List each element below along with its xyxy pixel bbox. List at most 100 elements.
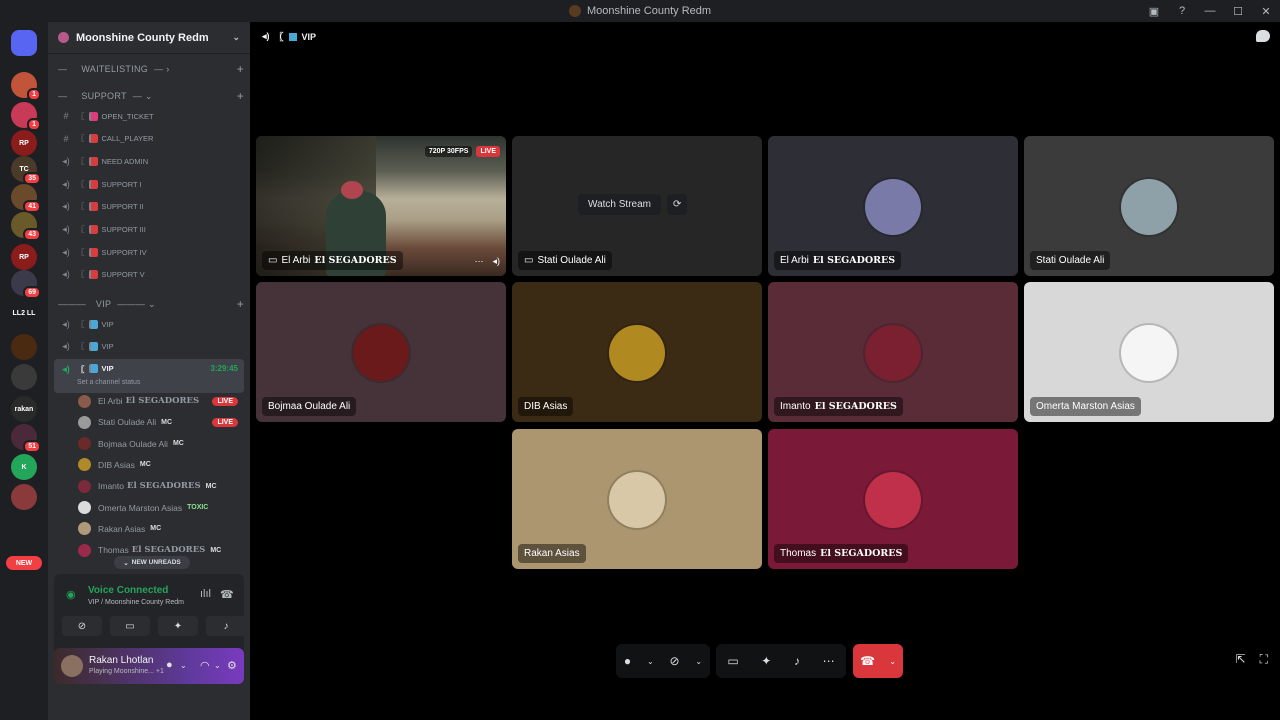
voice-user[interactable]: DIB Asias MC bbox=[78, 455, 244, 475]
participant-tile[interactable]: El Arbi El SEGADORES bbox=[768, 136, 1018, 276]
activities-button[interactable]: ✦ bbox=[761, 654, 771, 668]
channel-vip[interactable]: ◂) 〖 VIP bbox=[54, 336, 244, 356]
participant-tile[interactable]: DIB Asias bbox=[512, 282, 762, 422]
settings-gear-icon[interactable]: ⚙ bbox=[227, 659, 237, 672]
voice-user[interactable]: Omerta Marston Asias TOXIC bbox=[78, 498, 244, 518]
screen-share-button[interactable]: ▭ bbox=[110, 616, 150, 636]
volume-icon[interactable]: ◂) bbox=[492, 256, 500, 267]
disconnect-icon[interactable]: ☎ bbox=[220, 588, 234, 601]
channel-vip-active[interactable]: ◂) 〖 VIP 3:29:45 Set a channel status bbox=[54, 359, 244, 393]
guild-header[interactable]: Moonshine County Redm ⌄ bbox=[48, 22, 250, 54]
noise-suppression-icon[interactable]: ılıl bbox=[200, 588, 211, 600]
channel-item[interactable]: ◂) 〖 NEED ADMIN bbox=[54, 151, 244, 171]
fullscreen-icon[interactable]: ⛶ bbox=[1260, 652, 1268, 667]
new-badge[interactable]: NEW bbox=[6, 556, 42, 570]
user-name[interactable]: Rakan Lhotlan bbox=[89, 655, 154, 666]
avatar bbox=[78, 543, 91, 557]
voice-user[interactable]: Stati Oulade Ali MC LIVE bbox=[78, 412, 244, 432]
voice-user[interactable]: Imanto El SEGADORES MC bbox=[78, 476, 244, 496]
hang-up-icon: ☎ bbox=[860, 654, 876, 668]
inbox-icon[interactable]: ▣ bbox=[1140, 5, 1168, 18]
server-icon[interactable]: RP bbox=[11, 130, 37, 156]
watch-stream-button[interactable]: Watch Stream bbox=[578, 194, 661, 215]
server-icon[interactable]: 69 bbox=[11, 270, 41, 299]
channel-item[interactable]: ◂) 〖 SUPPORT III bbox=[54, 220, 244, 240]
signal-icon[interactable]: ◉ bbox=[66, 588, 76, 601]
more-options-icon[interactable]: ⋯ bbox=[474, 256, 483, 267]
microphone-button[interactable]: ● bbox=[624, 654, 631, 668]
add-channel-icon[interactable]: + bbox=[237, 297, 244, 311]
voice-user[interactable]: Bojmaa Oulade Ali MC bbox=[78, 434, 244, 454]
channel-item[interactable]: ◂) 〖 SUPPORT IV bbox=[54, 242, 244, 262]
channel-item[interactable]: # 〖 CALL_PLAYER bbox=[54, 129, 244, 149]
microphone-icon[interactable]: ● bbox=[166, 659, 173, 671]
server-icon[interactable]: rakan bbox=[11, 396, 37, 422]
role-tag: MC bbox=[210, 546, 222, 554]
participant-tile[interactable]: Rakan Asias bbox=[512, 429, 762, 569]
participant-tile[interactable]: 720P 30FPS LIVE ⋯ ◂) ▭ El Arbi El SEGADORES bbox=[256, 136, 506, 276]
avatar bbox=[1121, 325, 1177, 381]
category-vip[interactable]: ——— VIP ——— ⌄ + bbox=[58, 296, 244, 312]
popout-stream-icon[interactable]: ⟳ bbox=[666, 194, 688, 215]
channel-item[interactable]: ◂) 〖 SUPPORT I bbox=[54, 174, 244, 194]
chevron-down-icon[interactable]: ⌄ bbox=[214, 661, 221, 670]
voice-user[interactable]: Rakan Asias MC bbox=[78, 519, 244, 539]
chevron-down-icon[interactable]: ⌄ bbox=[180, 661, 187, 670]
server-icon[interactable] bbox=[11, 364, 37, 390]
server-icon[interactable] bbox=[11, 334, 37, 360]
add-channel-icon[interactable]: + bbox=[237, 62, 244, 76]
category-support[interactable]: — SUPPORT — ⌄ + bbox=[58, 88, 244, 104]
add-channel-icon[interactable]: + bbox=[237, 89, 244, 103]
category-waitelisting[interactable]: — WAITELISTING — › + bbox=[58, 61, 244, 77]
chat-icon[interactable] bbox=[1256, 30, 1270, 42]
participant-tile[interactable]: Imanto El SEGADORES bbox=[768, 282, 1018, 422]
hashtag-icon: # bbox=[63, 111, 69, 121]
server-icon[interactable] bbox=[11, 484, 37, 510]
avatar[interactable] bbox=[61, 655, 83, 677]
participant-tile[interactable]: Bojmaa Oulade Ali bbox=[256, 282, 506, 422]
new-unreads-button[interactable]: ⌄ NEW UNREADS bbox=[114, 556, 190, 569]
headphones-icon[interactable]: ◠ bbox=[200, 659, 210, 672]
server-icon[interactable]: 51 bbox=[11, 424, 41, 453]
channel-emoji-icon bbox=[88, 156, 98, 166]
voice-user[interactable]: El Arbi El SEGADORES LIVE bbox=[78, 391, 244, 411]
participant-tile[interactable]: Watch Stream ⟳ ▭ Stati Oulade Ali bbox=[512, 136, 762, 276]
server-icon[interactable]: K bbox=[11, 454, 37, 480]
server-icon[interactable]: 43 bbox=[11, 212, 41, 241]
camera-off-button[interactable]: ⊘ bbox=[669, 654, 679, 668]
server-icon[interactable]: RP bbox=[11, 244, 37, 270]
voice-status[interactable]: Voice Connected bbox=[88, 585, 168, 596]
screen-share-button[interactable]: ▭ bbox=[727, 654, 738, 668]
channel-item[interactable]: ◂) 〖 SUPPORT V bbox=[54, 265, 244, 285]
activities-button[interactable]: ✦ bbox=[158, 616, 198, 636]
soundboard-button[interactable]: ♪ bbox=[206, 616, 246, 636]
server-icon[interactable]: 1 bbox=[11, 102, 41, 131]
avatar bbox=[78, 501, 91, 514]
minimize-button[interactable]: — bbox=[1196, 5, 1224, 17]
participant-tile[interactable]: Stati Oulade Ali bbox=[1024, 136, 1274, 276]
channel-status[interactable]: Set a channel status bbox=[77, 379, 140, 386]
maximize-button[interactable]: ☐ bbox=[1224, 5, 1252, 18]
server-icon[interactable]: 41 bbox=[11, 184, 41, 213]
chevron-down-icon[interactable]: ⌄ bbox=[695, 657, 702, 666]
server-icon[interactable] bbox=[11, 30, 37, 56]
channel-vip[interactable]: ◂) 〖 VIP bbox=[54, 314, 244, 334]
popout-icon[interactable]: ⇱ bbox=[1236, 652, 1246, 667]
soundboard-button[interactable]: ♪ bbox=[794, 654, 800, 668]
server-icon[interactable]: 1 bbox=[11, 72, 41, 101]
participant-tile[interactable]: Omerta Marston Asias bbox=[1024, 282, 1274, 422]
voice-channel-link[interactable]: VIP / Moonshine County Redm bbox=[88, 599, 184, 606]
server-label: K bbox=[21, 463, 27, 471]
channel-item[interactable]: # 〖 OPEN_TICKET bbox=[54, 106, 244, 126]
disconnect-button[interactable]: ☎ ⌄ bbox=[853, 644, 903, 678]
channel-item[interactable]: ◂) 〖 SUPPORT II bbox=[54, 197, 244, 217]
more-options-icon[interactable]: ⋯ bbox=[823, 654, 835, 668]
close-button[interactable]: ✕ bbox=[1252, 5, 1280, 18]
help-icon[interactable]: ? bbox=[1168, 5, 1196, 17]
server-icon[interactable]: LL2 LL bbox=[11, 300, 37, 326]
activity-controls: ▭ ✦ ♪ ⋯ bbox=[716, 644, 846, 678]
participant-tile[interactable]: Thomas El SEGADORES bbox=[768, 429, 1018, 569]
chevron-down-icon[interactable]: ⌄ bbox=[647, 657, 654, 666]
camera-off-button[interactable]: ⊘ bbox=[62, 616, 102, 636]
server-icon[interactable]: TC 35 bbox=[11, 156, 41, 185]
